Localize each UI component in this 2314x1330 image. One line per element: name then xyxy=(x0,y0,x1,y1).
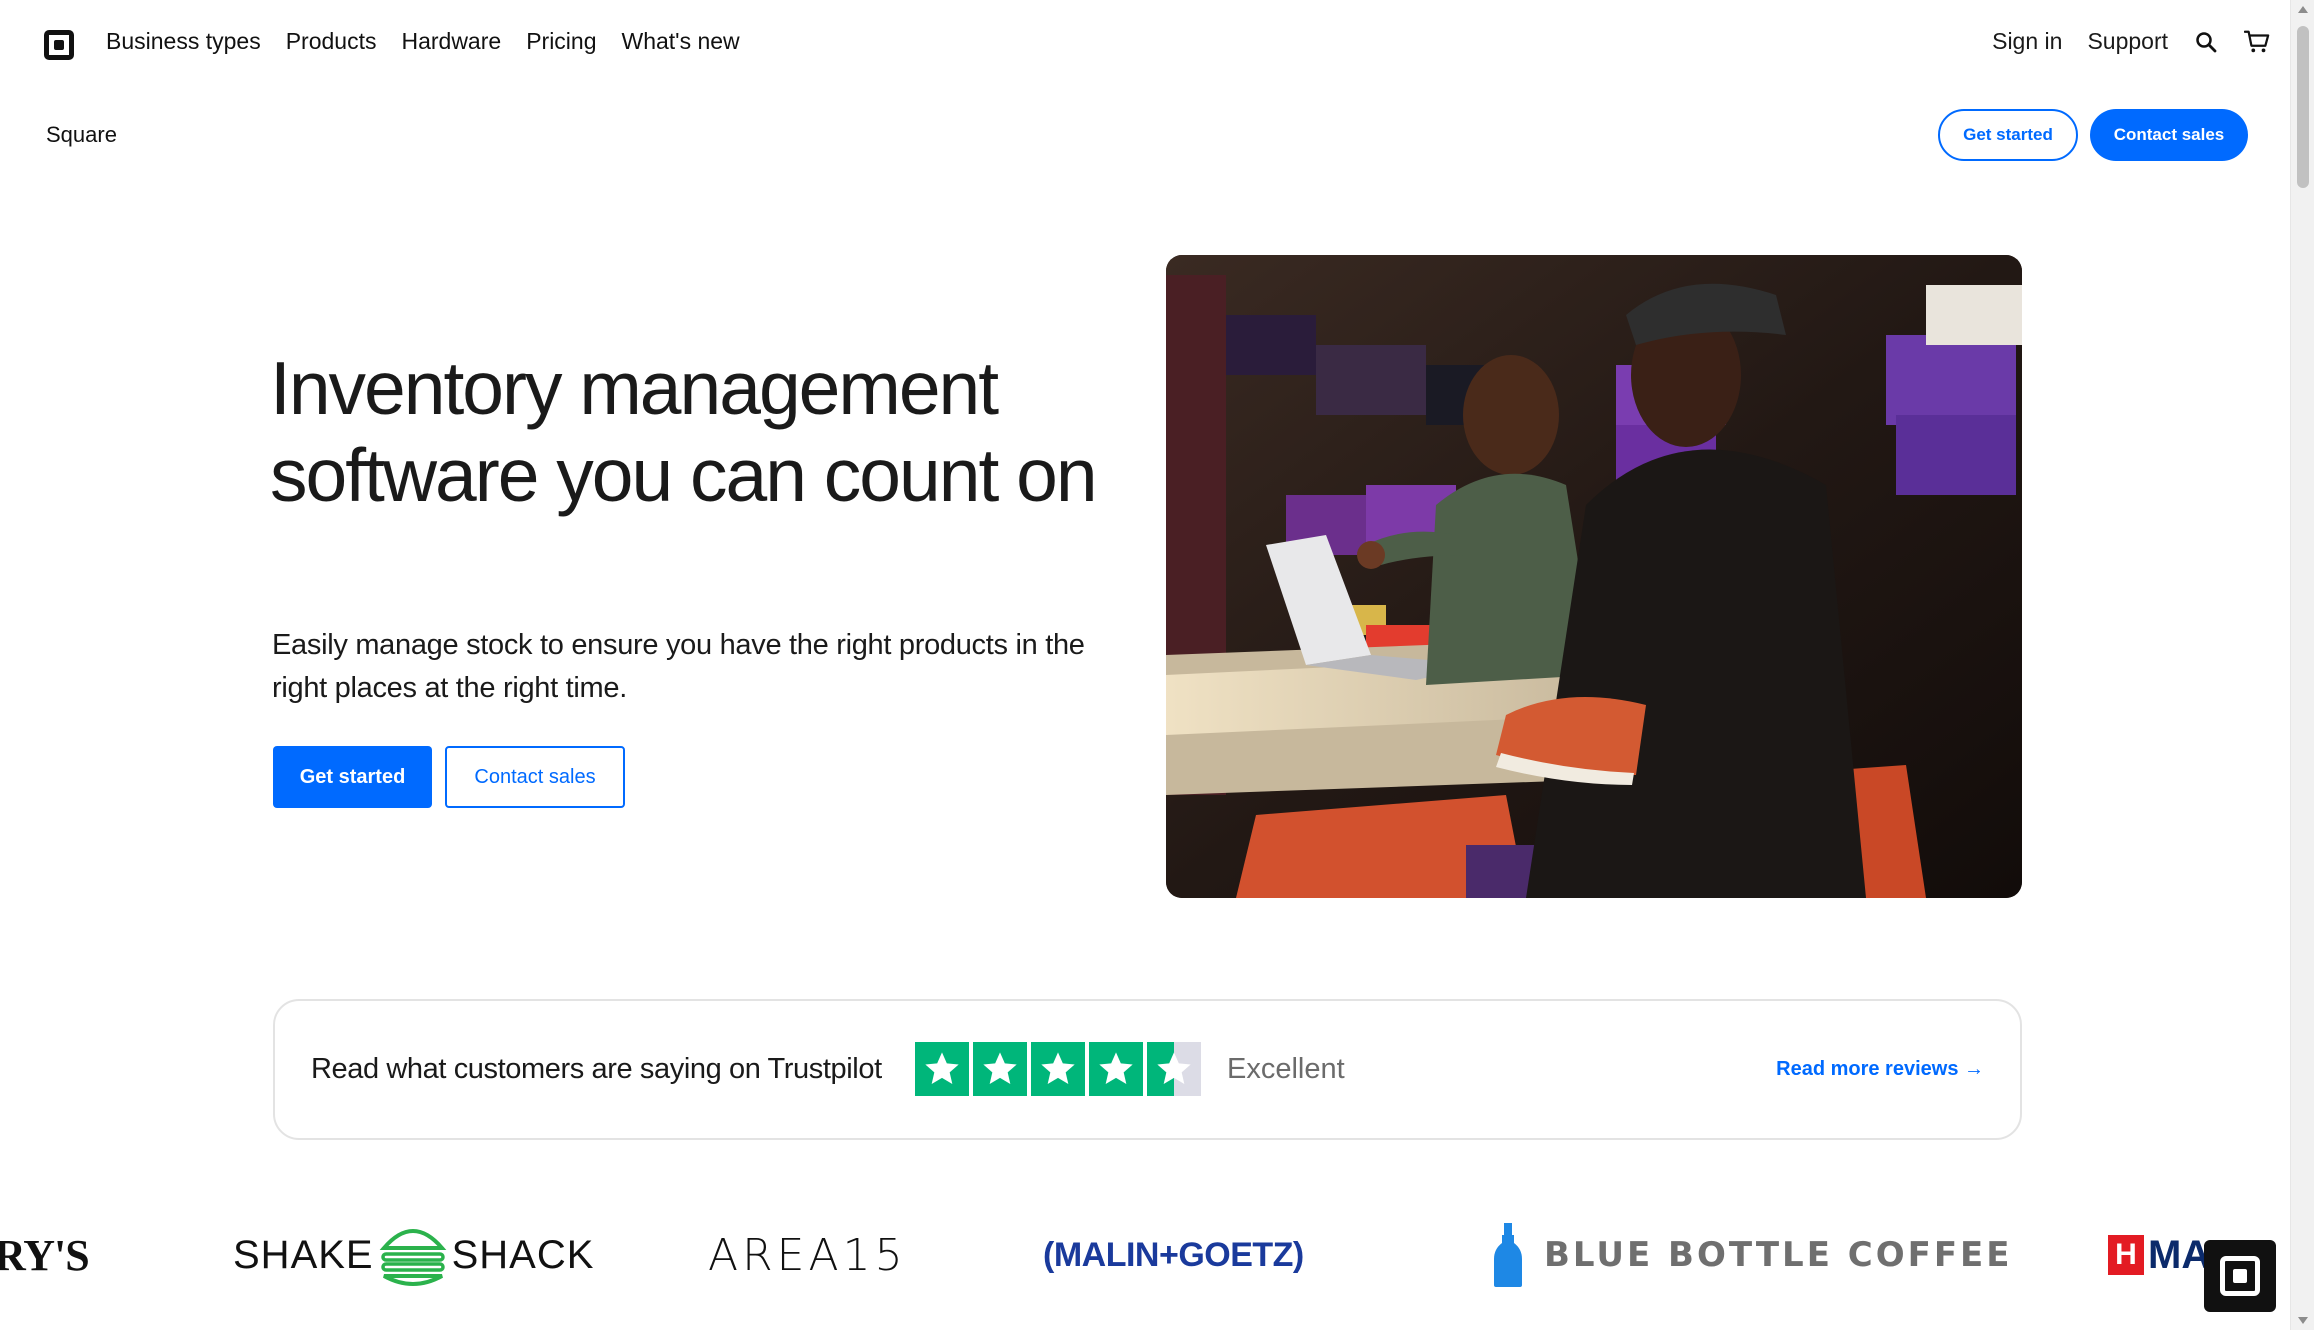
brand-logo-malin-goetz: (MALIN+GOETZ) xyxy=(1043,1235,1304,1274)
nav-link-hardware[interactable]: Hardware xyxy=(401,28,501,55)
trustpilot-rating-word: Excellent xyxy=(1227,1053,1345,1085)
sign-in-link[interactable]: Sign in xyxy=(1992,28,2062,55)
subnav-contact-sales-button[interactable]: Contact sales xyxy=(2090,109,2248,161)
cart-icon[interactable] xyxy=(2244,29,2270,55)
brand-logo-area15: AREA15 xyxy=(708,1229,907,1281)
star-icon xyxy=(1089,1042,1143,1096)
nav-link-pricing[interactable]: Pricing xyxy=(526,28,596,55)
square-logo-icon xyxy=(2220,1256,2260,1296)
hero-photo xyxy=(1166,255,2022,898)
page-scrollbar[interactable] xyxy=(2290,0,2314,1330)
top-navigation: Business types Products Hardware Pricing… xyxy=(0,0,2290,90)
nav-link-whats-new[interactable]: What's new xyxy=(622,28,740,55)
star-icon xyxy=(915,1042,969,1096)
scrollbar-thumb[interactable] xyxy=(2297,26,2309,188)
primary-nav-links: Business types Products Hardware Pricing… xyxy=(106,28,740,55)
hero-get-started-button[interactable]: Get started xyxy=(273,746,432,808)
brand-logo-blue-bottle: BLUE BOTTLE COFFEE xyxy=(1494,1200,2013,1310)
utility-nav: Sign in Support xyxy=(1992,28,2270,55)
brand-logo-partial-right: H MA xyxy=(2108,1200,2210,1310)
subnav-get-started-button[interactable]: Get started xyxy=(1938,109,2078,161)
star-icon xyxy=(1031,1042,1085,1096)
search-icon[interactable] xyxy=(2193,29,2219,55)
scroll-up-arrow-icon[interactable] xyxy=(2298,6,2308,13)
square-logo-icon[interactable] xyxy=(44,30,74,60)
trustpilot-text: Read what customers are saying on Trustp… xyxy=(311,1053,882,1085)
trustpilot-card: Read what customers are saying on Trustp… xyxy=(273,999,2022,1140)
trustpilot-stars xyxy=(915,1042,1201,1096)
square-chat-button[interactable] xyxy=(2204,1240,2276,1312)
read-more-reviews-link[interactable]: Read more reviews → xyxy=(1776,1058,1984,1081)
hero-title: Inventory management software you can co… xyxy=(270,346,1098,517)
nav-link-products[interactable]: Products xyxy=(286,28,377,55)
hero-contact-sales-button[interactable]: Contact sales xyxy=(445,746,625,808)
customer-logos-strip: RY'S SHAKE SHACK AREA15 (MALIN+GOETZ) BL… xyxy=(0,1200,2290,1330)
star-icon xyxy=(973,1042,1027,1096)
brand-badge-icon: H xyxy=(2108,1235,2144,1275)
subnav-title[interactable]: Square xyxy=(46,122,117,148)
scroll-down-arrow-icon[interactable] xyxy=(2298,1317,2308,1324)
support-link[interactable]: Support xyxy=(2087,28,2168,55)
half-star-icon xyxy=(1147,1042,1201,1096)
brand-logo-shake-shack: SHAKE SHACK xyxy=(233,1200,594,1310)
blue-bottle-icon xyxy=(1494,1223,1522,1287)
nav-link-business-types[interactable]: Business types xyxy=(106,28,261,55)
brand-logo-partial-left: RY'S xyxy=(0,1230,90,1280)
burger-icon xyxy=(379,1229,446,1286)
hero-subtitle: Easily manage stock to ensure you have t… xyxy=(272,629,1085,704)
